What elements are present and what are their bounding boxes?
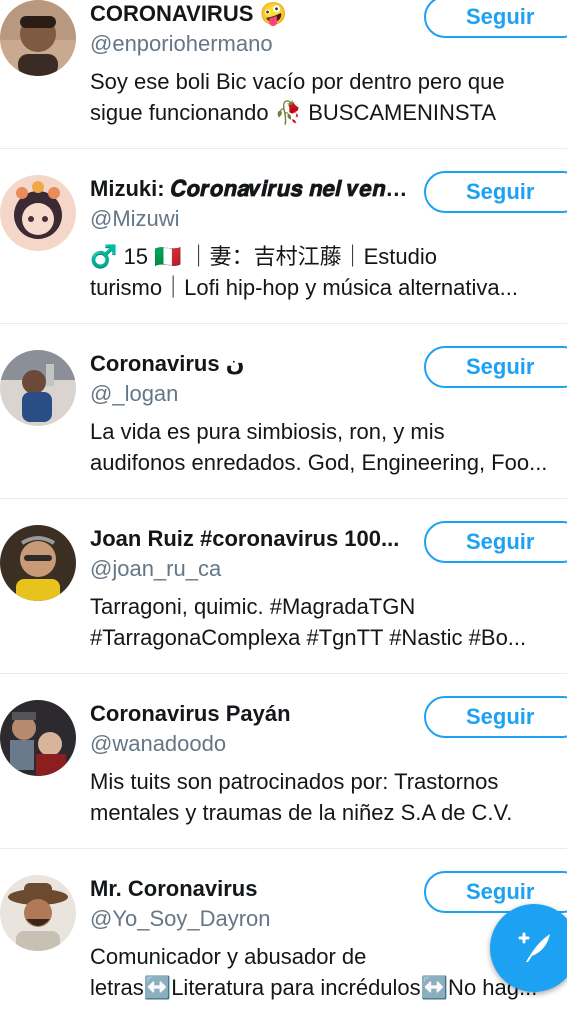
bio-line: Soy ese boli Bic vacío por dentro pero q… xyxy=(90,69,505,94)
user-bio: La vida es pura simbiosis, ron, y mis au… xyxy=(90,416,567,478)
bio-line: letras↔️Literatura para incrédulos↔️No h… xyxy=(90,975,538,1000)
bio-line: La vida es pura simbiosis, ron, y mis xyxy=(90,419,445,444)
follow-button[interactable]: Seguir xyxy=(424,696,567,738)
user-bio: ♂️ 15 🇮🇹 ｜妻：吉村江藤｜Estudio turismo｜Lofi hi… xyxy=(90,241,567,303)
bio-line: mentales y traumas de la niñez S.A de C.… xyxy=(90,800,513,825)
follow-button[interactable]: Seguir xyxy=(424,346,567,388)
user-bio: Mis tuits son patrocinados por: Trastorn… xyxy=(90,766,567,828)
user-row[interactable]: Coronavirus ن @_logan La vida es pura si… xyxy=(0,324,567,499)
compose-tweet-icon xyxy=(518,932,550,962)
user-bio: Tarragoni, quimic. #MagradaTGN #Tarragon… xyxy=(90,591,567,653)
user-row[interactable]: Joan Ruiz #coronavirus 100... @joan_ru_c… xyxy=(0,499,567,674)
user-name[interactable]: CORONAVIRUS 🤪 xyxy=(90,0,410,28)
avatar[interactable] xyxy=(0,875,76,951)
user-handle: @Mizuwi xyxy=(90,206,180,231)
user-name[interactable]: Mizuki: 𝑪𝒐𝒓𝒐𝒏𝒂𝒗𝒊𝒓𝒖𝒔 𝒏𝒆𝒍 𝒗𝒆𝒏𝒆𝒕𝒐 xyxy=(90,175,410,203)
bio-line: turismo｜Lofi hip-hop y música alternativ… xyxy=(90,275,518,300)
bio-line: audifonos enredados. God, Engineering, F… xyxy=(90,450,548,475)
user-name[interactable]: Joan Ruiz #coronavirus 100... xyxy=(90,525,410,553)
bio-line: Mis tuits son patrocinados por: Trastorn… xyxy=(90,769,499,794)
bio-line: sigue funcionando 🥀 BUSCAMENINSTA xyxy=(90,100,497,125)
bio-line: #TarragonaComplexa #TgnTT #Nastic #Bo... xyxy=(90,625,527,650)
user-handle: @enporiohermano xyxy=(90,31,273,56)
avatar[interactable] xyxy=(0,0,76,76)
avatar[interactable] xyxy=(0,525,76,601)
bio-line: Tarragoni, quimic. #MagradaTGN xyxy=(90,594,416,619)
user-list: CORONAVIRUS 🤪 @enporiohermano Soy ese bo… xyxy=(0,0,567,1024)
user-handle: @Yo_Soy_Dayron xyxy=(90,906,271,931)
user-name[interactable]: Coronavirus Payán xyxy=(90,700,410,728)
follow-button[interactable]: Seguir xyxy=(424,171,567,213)
user-handle: @_logan xyxy=(90,381,179,406)
user-bio: Soy ese boli Bic vacío por dentro pero q… xyxy=(90,66,567,128)
user-handle: @wanadoodo xyxy=(90,731,227,756)
avatar[interactable] xyxy=(0,350,76,426)
avatar[interactable] xyxy=(0,175,76,251)
user-name[interactable]: Coronavirus ن xyxy=(90,350,410,378)
avatar[interactable] xyxy=(0,700,76,776)
follow-button[interactable]: Seguir xyxy=(424,0,567,38)
user-row[interactable]: Mizuki: 𝑪𝒐𝒓𝒐𝒏𝒂𝒗𝒊𝒓𝒖𝒔 𝒏𝒆𝒍 𝒗𝒆𝒏𝒆𝒕𝒐 @Mizuwi ♂… xyxy=(0,149,567,324)
user-row[interactable]: Mr. Coronavirus @Yo_Soy_Dayron Comunicad… xyxy=(0,849,567,1024)
user-row[interactable]: CORONAVIRUS 🤪 @enporiohermano Soy ese bo… xyxy=(0,0,567,149)
user-row[interactable]: Coronavirus Payán @wanadoodo Mis tuits s… xyxy=(0,674,567,849)
follow-button[interactable]: Seguir xyxy=(424,521,567,563)
user-handle: @joan_ru_ca xyxy=(90,556,222,581)
user-name[interactable]: Mr. Coronavirus xyxy=(90,875,410,903)
bio-line: ♂️ 15 🇮🇹 ｜妻：吉村江藤｜Estudio xyxy=(90,244,437,269)
